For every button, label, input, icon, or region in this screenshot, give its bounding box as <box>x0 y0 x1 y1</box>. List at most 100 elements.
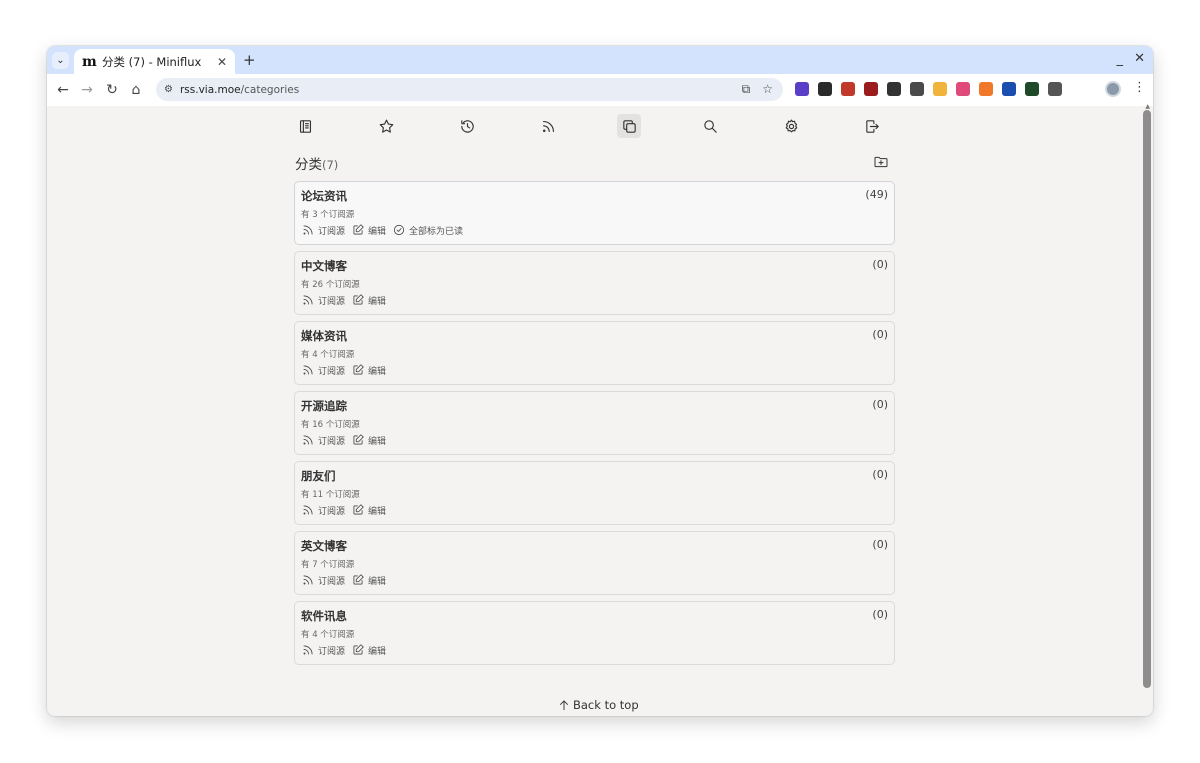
category-feed-count: 有 3 个订阅源 <box>301 210 355 220</box>
category-edit-label: 编辑 <box>368 436 387 447</box>
categories-icon <box>622 119 636 133</box>
history-icon <box>460 119 474 133</box>
category-edit-link[interactable]: 编辑 <box>351 223 386 237</box>
extension-green-terminal-icon[interactable] <box>1025 82 1039 96</box>
category-edit-link[interactable]: 编辑 <box>351 293 386 307</box>
install-app-icon[interactable]: ⧉ <box>742 82 751 97</box>
category-unread-count: (0) <box>872 538 888 551</box>
rss-icon <box>303 505 313 515</box>
category-edit-label: 编辑 <box>368 646 387 657</box>
back-to-top-link[interactable]: Back to top <box>557 698 639 712</box>
category-title[interactable]: 中文博客 <box>301 258 888 274</box>
minimize-button[interactable]: _ <box>1117 52 1124 67</box>
home-icon[interactable]: ⌂ <box>128 81 144 99</box>
category-feeds-label: 订阅源 <box>318 646 346 657</box>
tab-search-button[interactable]: ⌄ <box>52 52 69 69</box>
nav-unread[interactable] <box>293 114 317 138</box>
extension-orange-icon[interactable] <box>979 82 993 96</box>
extension-red-badge-icon[interactable] <box>864 82 878 96</box>
category-title[interactable]: 媒体资讯 <box>301 328 888 344</box>
rss-icon <box>303 365 313 375</box>
category-feeds-link[interactable]: 订阅源 <box>301 643 345 657</box>
category-feeds-label: 订阅源 <box>318 226 346 237</box>
browser-menu-icon[interactable]: ⋮ <box>1133 80 1146 95</box>
miniflux-favicon-icon: m <box>82 53 97 70</box>
profile-avatar[interactable] <box>1105 81 1121 97</box>
back-icon[interactable]: ← <box>55 81 71 99</box>
nav-logout[interactable] <box>860 114 884 138</box>
category-edit-label: 编辑 <box>368 226 387 237</box>
star-icon <box>379 119 393 133</box>
site-info-icon[interactable]: ⚙ <box>164 84 173 95</box>
nav-categories[interactable] <box>617 114 641 138</box>
unread-book-icon <box>299 119 311 133</box>
extension-red-s-icon[interactable] <box>841 82 855 96</box>
category-actions: 订阅源 编辑 <box>301 293 888 307</box>
nav-history[interactable] <box>455 114 479 138</box>
extension-dark-box-icon[interactable] <box>887 82 901 96</box>
window-close-button[interactable]: ✕ <box>1134 51 1145 66</box>
category-card: 媒体资讯 (0) 有 4 个订阅源 订阅源 编辑 <box>294 321 895 385</box>
category-feeds-label: 订阅源 <box>318 366 346 377</box>
category-title[interactable]: 开源追踪 <box>301 398 888 414</box>
extension-dark-f-icon[interactable] <box>818 82 832 96</box>
tab-close-icon[interactable]: ✕ <box>217 55 227 69</box>
scroll-up-arrow-icon[interactable]: ▲ <box>1145 103 1150 110</box>
category-edit-link[interactable]: 编辑 <box>351 573 386 587</box>
category-feeds-link[interactable]: 订阅源 <box>301 503 345 517</box>
category-feeds-link[interactable]: 订阅源 <box>301 573 345 587</box>
category-title[interactable]: 论坛资讯 <box>301 188 888 204</box>
category-actions: 订阅源 编辑 <box>301 363 888 377</box>
nav-search[interactable] <box>698 114 722 138</box>
category-actions: 订阅源 编辑 全部标为已读 <box>301 223 888 237</box>
category-feed-count: 有 11 个订阅源 <box>301 490 360 500</box>
category-unread-count: (0) <box>872 258 888 271</box>
category-feeds-link[interactable]: 订阅源 <box>301 363 345 377</box>
category-feeds-link[interactable]: 订阅源 <box>301 433 345 447</box>
rss-icon <box>303 225 313 235</box>
category-edit-link[interactable]: 编辑 <box>351 503 386 517</box>
logout-icon <box>865 119 879 133</box>
add-category-button[interactable] <box>873 154 889 170</box>
category-feeds-label: 订阅源 <box>318 576 346 587</box>
category-title[interactable]: 软件讯息 <box>301 608 888 624</box>
category-unread-count: (0) <box>872 608 888 621</box>
forward-icon[interactable]: → <box>79 81 95 99</box>
category-title[interactable]: 英文博客 <box>301 538 888 554</box>
category-feed-count: 有 7 个订阅源 <box>301 560 355 570</box>
scrollbar[interactable] <box>1143 110 1151 688</box>
category-edit-link[interactable]: 编辑 <box>351 643 386 657</box>
new-tab-button[interactable]: + <box>243 51 256 69</box>
category-edit-link[interactable]: 编辑 <box>351 433 386 447</box>
address-bar[interactable]: ⚙ rss.via.moe/categories ⧉ ☆ <box>156 78 783 101</box>
page-content: ▲ 分类(7) 论坛资讯 (49) 有 3 个订阅源 订阅源 编辑 全部标为已读… <box>47 103 1153 716</box>
nav-starred[interactable] <box>374 114 398 138</box>
extension-pink-icon[interactable] <box>956 82 970 96</box>
extension-purple-badge-icon[interactable] <box>795 82 809 96</box>
rss-icon <box>303 435 313 445</box>
category-feeds-link[interactable]: 订阅源 <box>301 223 345 237</box>
check-circle-icon <box>393 224 405 236</box>
category-edit-label: 编辑 <box>368 506 387 517</box>
category-feeds-link[interactable]: 订阅源 <box>301 293 345 307</box>
reload-icon[interactable]: ↻ <box>104 81 120 99</box>
category-title[interactable]: 朋友们 <box>301 468 888 484</box>
tab-title: 分类 (7) - Miniflux <box>102 54 202 69</box>
extension-yellow-icon[interactable] <box>933 82 947 96</box>
extension-clipboard-icon[interactable] <box>910 82 924 96</box>
category-feeds-label: 订阅源 <box>318 296 346 307</box>
bookmark-star-icon[interactable]: ☆ <box>762 82 773 97</box>
extension-blue-icon[interactable] <box>1002 82 1016 96</box>
extension-puzzle-icon[interactable] <box>1048 82 1062 96</box>
rss-icon <box>542 120 554 132</box>
category-card: 软件讯息 (0) 有 4 个订阅源 订阅源 编辑 <box>294 601 895 665</box>
nav-feeds[interactable] <box>536 114 560 138</box>
category-mark-all-read-link[interactable]: 全部标为已读 <box>392 223 463 237</box>
search-icon <box>703 119 717 133</box>
page-title: 分类(7) <box>295 153 338 173</box>
category-edit-link[interactable]: 编辑 <box>351 363 386 377</box>
rss-icon <box>303 645 313 655</box>
nav-settings[interactable] <box>779 114 803 138</box>
active-tab[interactable]: m 分类 (7) - Miniflux ✕ <box>74 49 235 74</box>
browser-window: ⌄ m 分类 (7) - Miniflux ✕ + _ ✕ ← → ↻ ⌂ ⚙ … <box>47 46 1153 716</box>
